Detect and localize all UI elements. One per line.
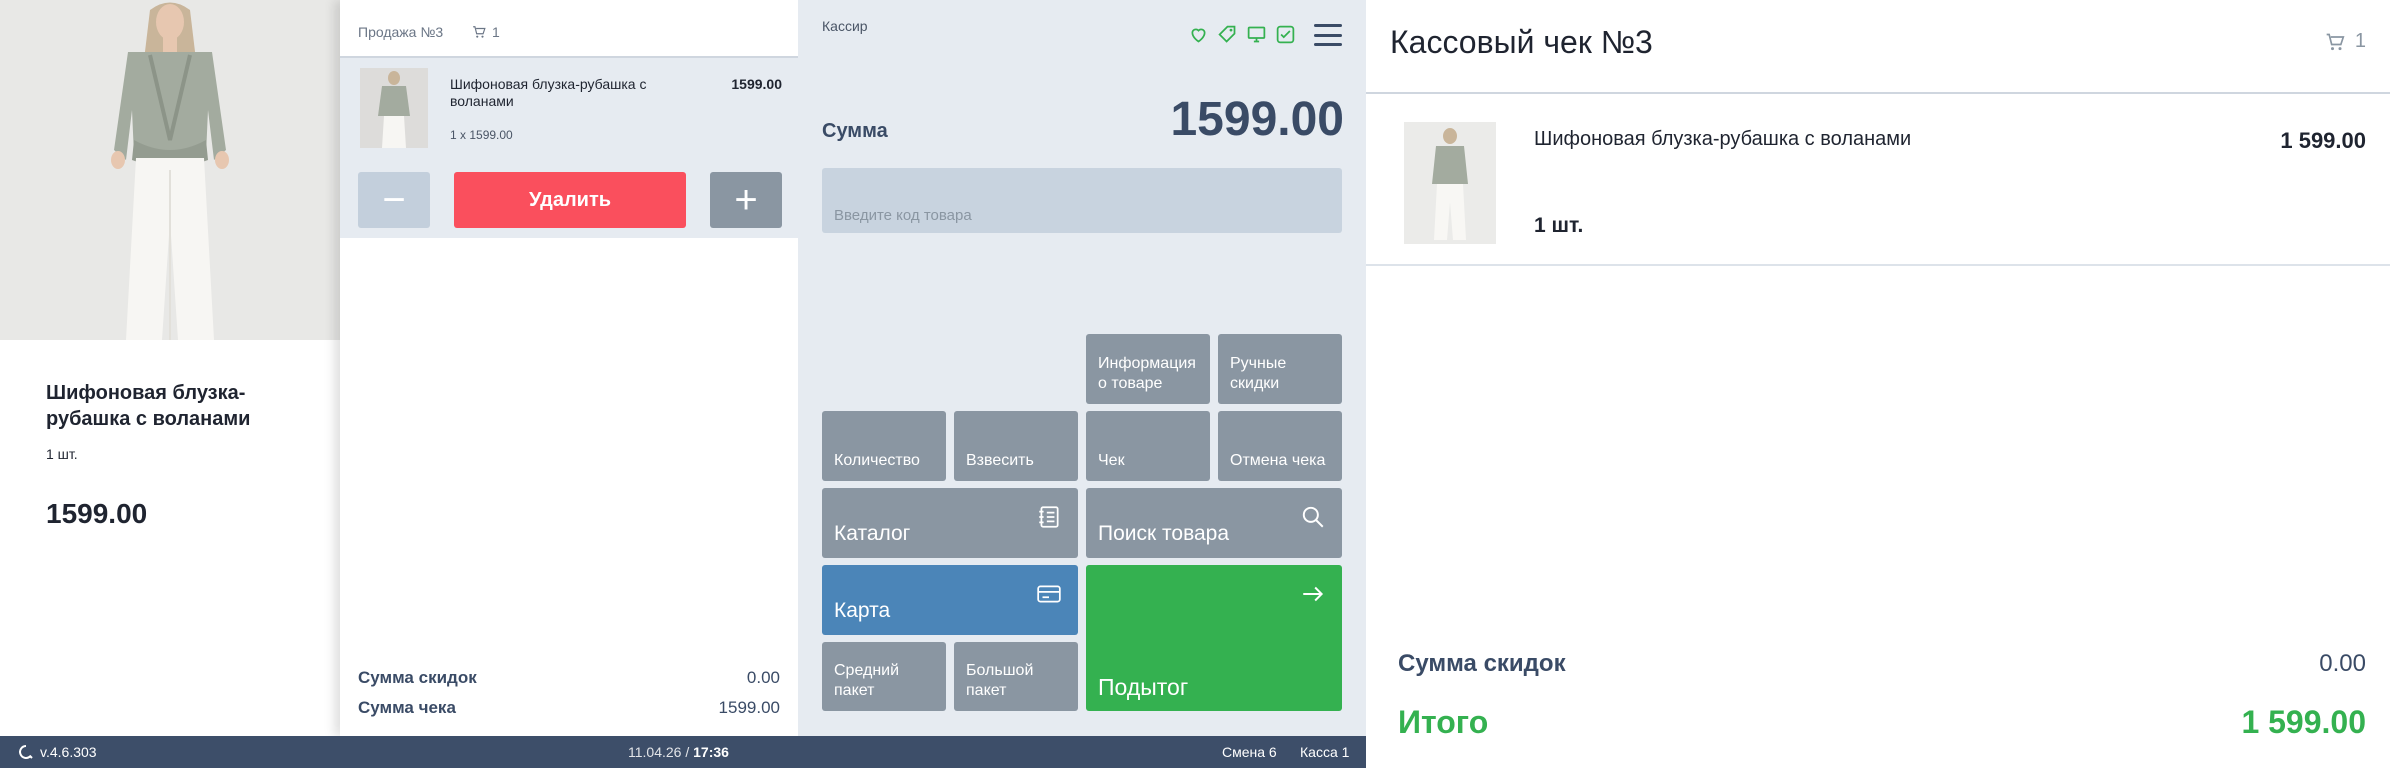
sale-cart-counter: 1 [472, 24, 500, 40]
sale-discount-label: Сумма скидок [358, 668, 477, 687]
date-time: 11.04.26 / 17:36 [628, 744, 729, 760]
sale-item-name: Шифоновая блузка-рубашка с воланами [450, 76, 647, 109]
sale-cart-count: 1 [492, 24, 500, 40]
shift-number: Смена 6 [1222, 744, 1277, 760]
sale-discount-row: Сумма скидок 0.00 [358, 668, 780, 688]
receipt-item-price: 1 599.00 [2280, 128, 2366, 153]
receipt-cart-count: 1 [2354, 30, 2366, 52]
catalog-label: Каталог [834, 522, 911, 545]
receipt-item-thumbnail [1404, 122, 1496, 244]
delete-item-button[interactable]: Удалить [454, 172, 686, 228]
sale-item-quantity-line: 1 x 1599.00 [450, 128, 513, 142]
product-search-button[interactable]: Поиск товара [1086, 488, 1342, 558]
cancel-receipt-label: Отмена чека [1230, 452, 1326, 469]
product-search-label: Поиск товара [1098, 522, 1230, 545]
manual-discounts-button[interactable]: Ручные скидки [1218, 334, 1342, 404]
weigh-label: Взвесить [966, 452, 1034, 469]
tag-icon[interactable] [1217, 24, 1238, 45]
monitor-icon[interactable] [1246, 24, 1267, 45]
check-box-icon[interactable] [1275, 24, 1296, 45]
product-name: Шифоновая блузка-рубашка с воланами [46, 382, 251, 430]
cart-icon [473, 26, 486, 38]
current-date: 11.04.26 / [628, 744, 690, 760]
receipt-item-quantity: 1 шт. [1534, 214, 1584, 237]
current-time: 17:36 [693, 744, 729, 760]
catalog-icon [1039, 506, 1059, 528]
increase-label: + [734, 178, 758, 222]
receipt-label: Чек [1098, 452, 1125, 469]
medium-bag-button[interactable]: Средний пакет [822, 642, 946, 711]
decrease-label: − [382, 178, 406, 222]
heart-icon[interactable] [1188, 24, 1209, 45]
large-bag-label: Большой пакет [966, 662, 1034, 699]
sale-total-label: Сумма чека [358, 698, 456, 717]
receipt-panel: Кассовый чек №3 1 Шифоновая блузка-рубаш… [1366, 0, 2390, 768]
receipt-item-divider [1366, 264, 2390, 266]
sale-discount-value: 0.00 [746, 668, 780, 687]
receipt-item-name: Шифоновая блузка-рубашка с воланами [1534, 128, 1912, 150]
app-version: v.4.6.303 [40, 744, 97, 760]
quantity-button[interactable]: Количество [822, 411, 946, 481]
cashier-panel: Кассир Сумма 1599.00 Информация о товаре… [798, 0, 1366, 736]
product-photo [0, 0, 340, 340]
product-code-input[interactable] [822, 168, 1342, 233]
hamburger-menu-icon[interactable] [1314, 24, 1342, 46]
product-info-button[interactable]: Информация о товаре [1086, 334, 1210, 404]
subtotal-label: Подытог [1098, 674, 1189, 700]
card-label: Карта [834, 599, 891, 622]
weigh-button[interactable]: Взвесить [954, 411, 1078, 481]
sale-list-item[interactable]: Шифоновая блузка-рубашка с воланами 1599… [340, 58, 798, 238]
register-number: Касса 1 [1300, 744, 1350, 760]
cart-icon [2326, 33, 2345, 50]
receipt-discount-label: Сумма скидок [1398, 650, 1566, 677]
product-price: 1599.00 [46, 498, 148, 529]
large-bag-button[interactable]: Большой пакет [954, 642, 1078, 711]
sale-item-price: 1599.00 [731, 76, 782, 92]
product-panel: Шифоновая блузка-рубашка с воланами 1 шт… [0, 0, 340, 736]
subtotal-button[interactable]: Подытог [1086, 565, 1342, 711]
receipt-discount-value: 0.00 [2319, 650, 2366, 677]
arrow-right-icon [1303, 586, 1324, 602]
app-logo-icon [19, 745, 33, 759]
delete-label: Удалить [528, 188, 612, 211]
status-bar: v.4.6.303 11.04.26 / 17:36 Смена 6 Касса… [0, 736, 1366, 768]
decrease-quantity-button[interactable]: − [358, 172, 430, 228]
card-icon [1037, 585, 1061, 603]
increase-quantity-button[interactable]: + [710, 172, 782, 228]
sale-panel: Продажа №3 1 Шифоновая блузка-рубашка с … [340, 0, 798, 736]
catalog-button[interactable]: Каталог [822, 488, 1078, 558]
sale-total-row: Сумма чека 1599.00 [358, 698, 780, 718]
receipt-button[interactable]: Чек [1086, 411, 1210, 481]
sum-value: 1599.00 [1170, 93, 1344, 146]
card-payment-button[interactable]: Карта [822, 565, 1078, 635]
cashier-label: Кассир [822, 18, 868, 34]
receipt-cart-counter: 1 [2325, 30, 2366, 53]
sum-label: Сумма [822, 120, 888, 142]
product-info-label: Информация о товаре [1098, 355, 1196, 392]
manual-discounts-label: Ручные скидки [1230, 355, 1287, 392]
cancel-receipt-button[interactable]: Отмена чека [1218, 411, 1342, 481]
sale-total-value: 1599.00 [718, 698, 780, 717]
receipt-title: Кассовый чек №3 [1390, 24, 1653, 60]
receipt-total-label: Итого [1398, 704, 1489, 740]
sale-title: Продажа №3 [358, 24, 444, 40]
sale-item-thumbnail [360, 68, 428, 148]
product-quantity: 1 шт. [46, 446, 78, 462]
receipt-divider [1366, 92, 2390, 94]
receipt-total-value: 1 599.00 [2241, 704, 2366, 740]
sale-header: Продажа №3 1 [340, 0, 798, 58]
status-icons [1188, 24, 1296, 45]
quantity-label: Количество [834, 452, 920, 469]
search-icon [1302, 506, 1324, 528]
medium-bag-label: Средний пакет [834, 662, 900, 699]
